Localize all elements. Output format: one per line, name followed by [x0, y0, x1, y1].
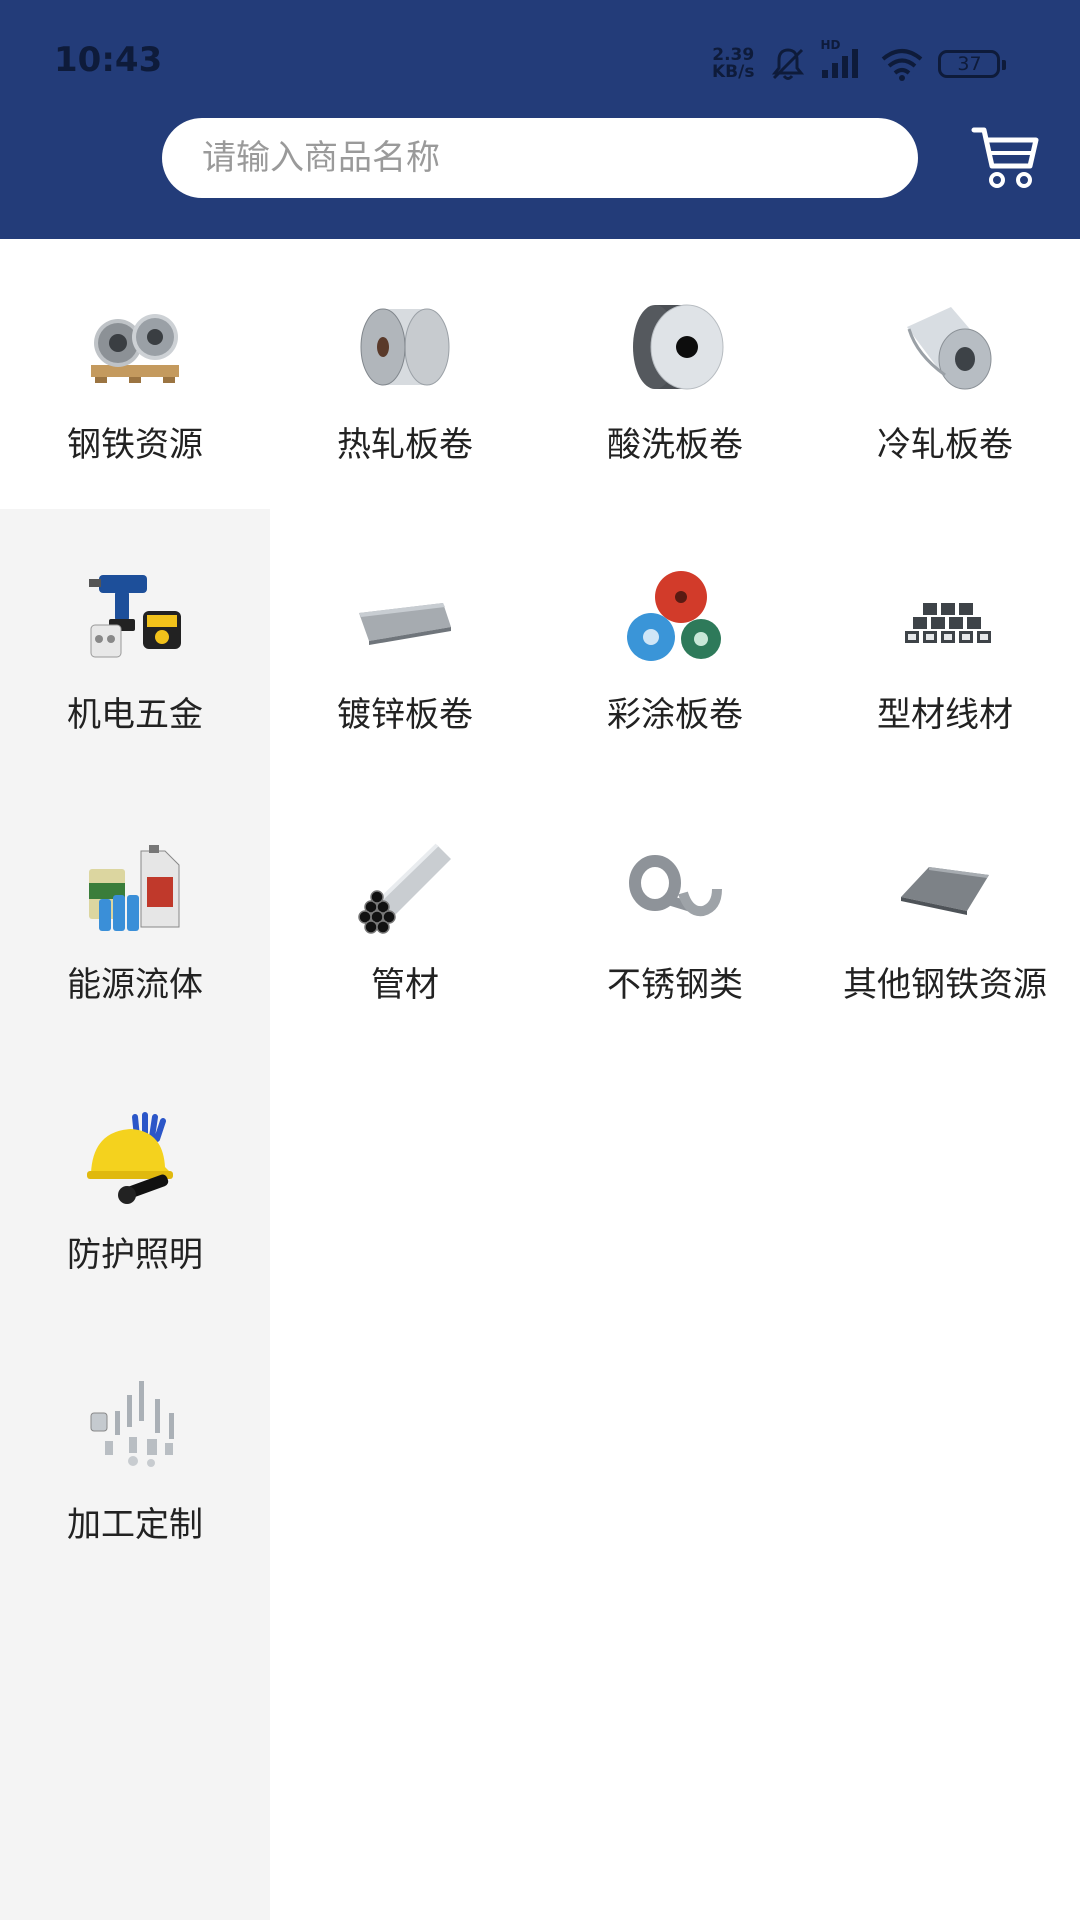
- grid-item-galvanized[interactable]: 镀锌板卷: [270, 509, 540, 779]
- sidebar-item-custom[interactable]: 加工定制: [0, 1319, 270, 1589]
- steel-profiles-icon: [905, 603, 991, 643]
- header-bar: 10:43 2.39 KB/s HD 37: [0, 0, 1080, 239]
- sidebar-item-hardware[interactable]: 机电五金: [0, 509, 270, 779]
- grid-item-label: 冷轧板卷: [877, 425, 1013, 465]
- sidebar-item-label: 防护照明: [67, 1235, 203, 1275]
- grid-item-profiles[interactable]: 型材线材: [810, 509, 1080, 779]
- category-sidebar: 钢铁资源 机电五金 能源流体 防护照明 加工定制: [0, 239, 270, 1920]
- grid-item-cold-rolled[interactable]: 冷轧板卷: [810, 239, 1080, 509]
- grid-item-label: 镀锌板卷: [337, 695, 473, 735]
- hot-rolled-coil-icon: [360, 308, 450, 386]
- power-tools-icon: [89, 575, 181, 658]
- galvanized-sheet-icon: [359, 603, 451, 645]
- helmet-flashlight-icon: [87, 1112, 173, 1204]
- sidebar-item-label: 加工定制: [67, 1505, 203, 1545]
- status-icons: 2.39 KB/s HD 37: [712, 38, 1007, 84]
- cell-signal: HD: [820, 38, 868, 84]
- cold-rolled-coil-icon: [907, 307, 992, 390]
- steel-pipes-icon: [358, 843, 451, 934]
- grid-item-label: 彩涂板卷: [607, 695, 743, 735]
- grid-item-label: 热轧板卷: [337, 425, 473, 465]
- sidebar-item-label: 机电五金: [67, 695, 203, 735]
- grid-item-color-coated[interactable]: 彩涂板卷: [540, 509, 810, 779]
- sidebar-item-protection[interactable]: 防护照明: [0, 1049, 270, 1319]
- mute-icon: [772, 48, 805, 80]
- network-speed-unit: KB/s: [712, 62, 755, 82]
- grid-item-pickled[interactable]: 酸洗板卷: [540, 239, 810, 509]
- grid-item-label: 型材线材: [877, 695, 1013, 735]
- pickled-coil-icon: [633, 304, 724, 390]
- oil-paint-cans-icon: [89, 845, 180, 931]
- sidebar-item-energy[interactable]: 能源流体: [0, 779, 270, 1049]
- steel-plate-icon: [901, 867, 989, 915]
- grid-item-label: 酸洗板卷: [607, 425, 743, 465]
- cart-icon[interactable]: [970, 122, 1040, 192]
- battery-indicator: 37: [938, 50, 1007, 78]
- network-type-label: HD: [820, 38, 841, 52]
- color-coated-coil-icon: [627, 571, 721, 661]
- search-bar[interactable]: [162, 118, 918, 198]
- fasteners-icon: [90, 1381, 174, 1467]
- steel-coils-icon: [91, 314, 179, 383]
- sidebar-item-label: 能源流体: [67, 965, 203, 1005]
- grid-item-stainless[interactable]: 不锈钢类: [540, 779, 810, 1049]
- search-input[interactable]: [202, 118, 892, 198]
- sidebar-item-label: 钢铁资源: [67, 425, 203, 465]
- grid-item-label: 其他钢铁资源: [843, 965, 1047, 1005]
- grid-item-label: 管材: [371, 965, 439, 1005]
- wifi-icon: [882, 49, 923, 81]
- status-time: 10:43: [54, 40, 163, 80]
- stainless-coil-icon: [629, 855, 722, 917]
- grid-item-other-steel[interactable]: 其他钢铁资源: [810, 779, 1080, 1049]
- sidebar-item-steel[interactable]: 钢铁资源: [0, 239, 270, 509]
- grid-item-pipes[interactable]: 管材: [270, 779, 540, 1049]
- network-speed: 2.39 KB/s: [712, 47, 754, 81]
- grid-item-label: 不锈钢类: [607, 965, 743, 1005]
- grid-item-hot-rolled[interactable]: 热轧板卷: [270, 239, 540, 509]
